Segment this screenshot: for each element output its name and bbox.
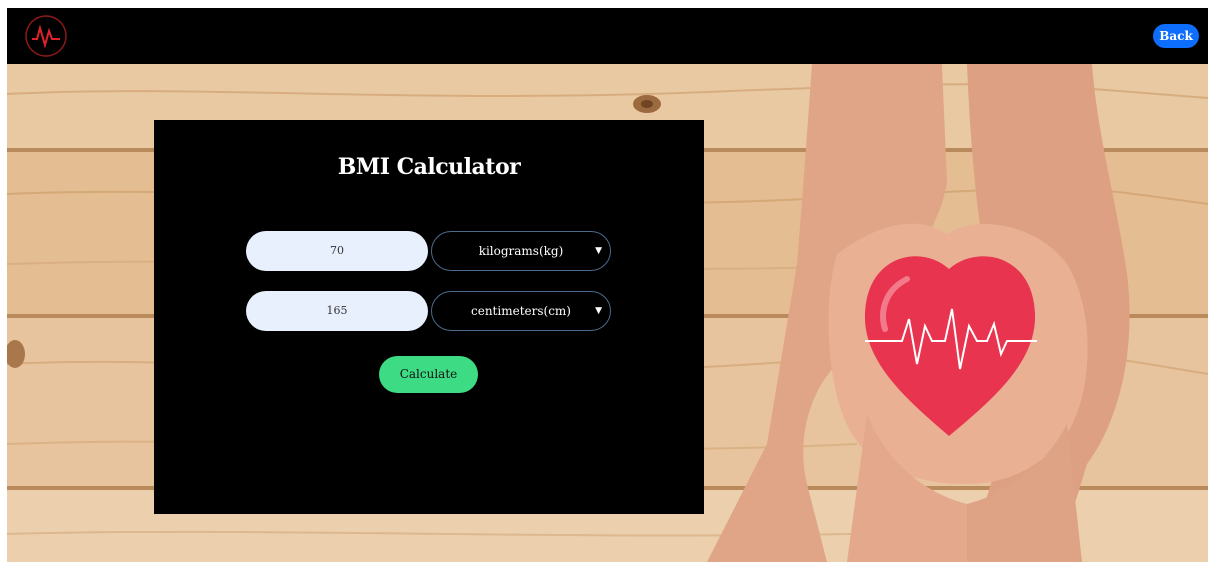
weight-input[interactable]: 70: [246, 231, 428, 271]
height-unit-label: centimeters(cm): [471, 304, 571, 318]
height-input[interactable]: 165: [246, 291, 428, 331]
chevron-down-icon: ▼: [595, 246, 602, 256]
top-navbar: Back: [7, 8, 1208, 64]
height-unit-select[interactable]: centimeters(cm) ▼: [431, 291, 611, 331]
chevron-down-icon: ▼: [595, 306, 602, 316]
calculate-button[interactable]: Calculate: [379, 356, 478, 393]
bmi-calculator-card: BMI Calculator 70 kilograms(kg) ▼ 165 ce…: [154, 120, 704, 514]
back-button[interactable]: Back: [1153, 24, 1199, 48]
weight-unit-select[interactable]: kilograms(kg) ▼: [431, 231, 611, 271]
heartbeat-logo-icon[interactable]: [24, 14, 68, 58]
weight-unit-label: kilograms(kg): [478, 244, 564, 258]
page-title: BMI Calculator: [337, 154, 521, 180]
app-frame: Back BMI Calculator 70 kilograms(kg) ▼ 1…: [7, 8, 1208, 562]
